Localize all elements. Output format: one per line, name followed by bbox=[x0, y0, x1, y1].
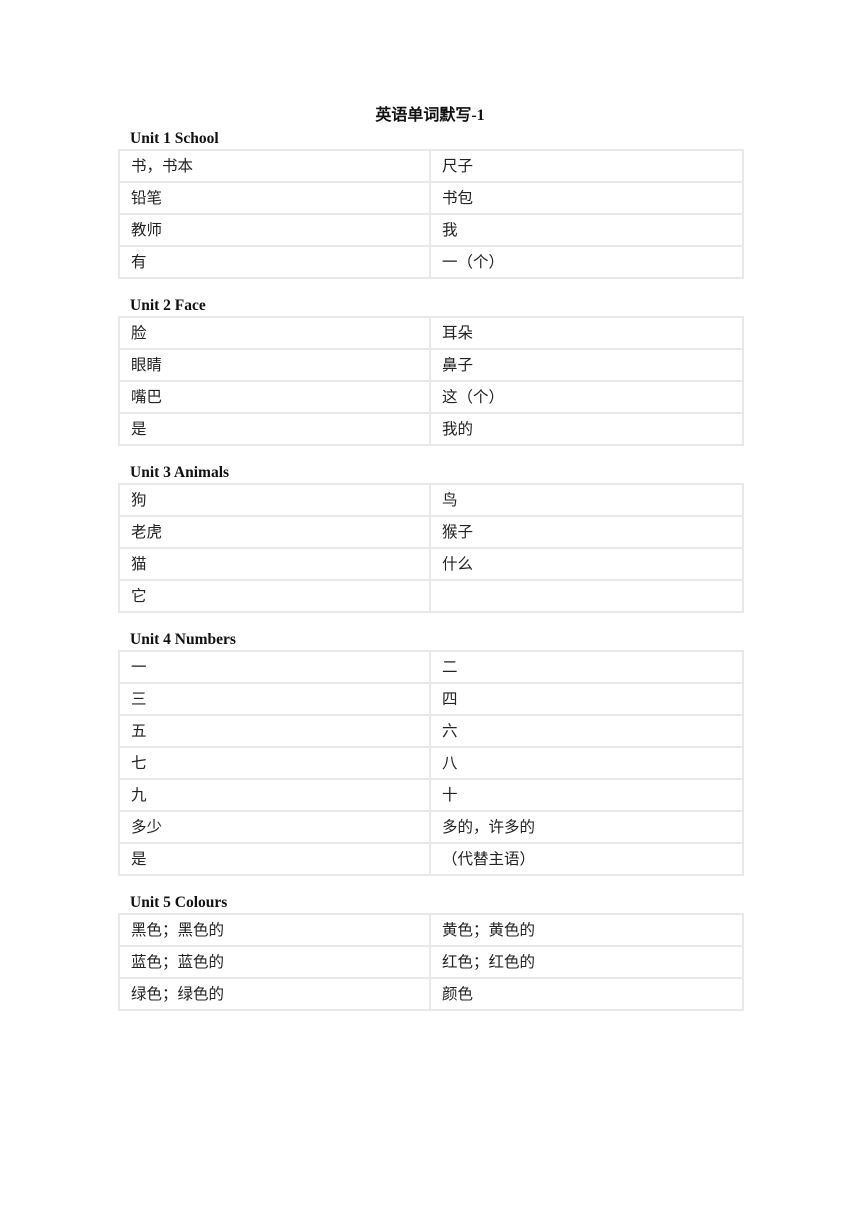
vocab-cell-right: 六 bbox=[429, 714, 744, 748]
vocab-cell-left: 脸 bbox=[118, 316, 431, 350]
table-row: 老虎 猴子 bbox=[118, 515, 744, 549]
vocab-cell-right: 耳朵 bbox=[429, 316, 744, 350]
table-row: 书，书本 尺子 bbox=[118, 149, 744, 183]
vocab-cell-right: 鼻子 bbox=[429, 348, 744, 382]
vocab-table: 狗鸟老虎 猴子猫什么它 bbox=[118, 483, 744, 613]
vocab-cell-right: 二 bbox=[429, 650, 744, 684]
units-container: Unit 1 School 书，书本 尺子 铅笔 书包 教师我有一（个） Unit 2 Fa… bbox=[118, 128, 744, 1011]
vocab-cell-right: 一（个） bbox=[429, 245, 744, 279]
unit-heading: Unit 4 Numbers bbox=[130, 631, 236, 648]
vocab-cell-right: 我 bbox=[429, 213, 744, 247]
vocab-cell-left: 多少 bbox=[118, 810, 431, 844]
table-row: 七八 bbox=[118, 746, 744, 780]
table-row: 多少 多的，许多的 bbox=[118, 810, 744, 844]
vocab-cell-right: 尺子 bbox=[429, 149, 744, 183]
vocab-cell-left: 三 bbox=[118, 682, 431, 716]
vocab-cell-left: 猫 bbox=[118, 547, 431, 581]
vocab-cell-left: 是 bbox=[118, 842, 431, 876]
vocab-cell-left: 书，书本 bbox=[118, 149, 431, 183]
unit-heading: Unit 3 Animals bbox=[130, 464, 230, 481]
unit-section: Unit 4 Numbers 一二三四五六七八九十多少 多的，许多的是（代替主语） bbox=[118, 629, 744, 876]
unit-heading: Unit 5 Colours bbox=[130, 894, 228, 911]
unit-section: Unit 5 Colours 黑色；黑色的 黄色；黄色的 蓝色；蓝色的 红色；红色的 绿色… bbox=[118, 892, 744, 1011]
table-row: 眼睛 鼻子 bbox=[118, 348, 744, 382]
vocab-cell-left: 它 bbox=[118, 579, 431, 613]
document-page: 英语单词默写-1 Unit 1 School 书，书本 尺子 铅笔 书包 教师我有一（个）… bbox=[118, 104, 744, 1027]
vocab-cell-right: 什么 bbox=[429, 547, 744, 581]
vocab-cell-left: 七 bbox=[118, 746, 431, 780]
vocab-cell-left: 教师 bbox=[118, 213, 431, 247]
vocab-cell-left: 眼睛 bbox=[118, 348, 431, 382]
vocab-table: 脸耳朵 眼睛 鼻子 嘴巴 这（个）是我的 bbox=[118, 316, 744, 446]
vocab-cell-right: 多的，许多的 bbox=[429, 810, 744, 844]
table-row: 铅笔 书包 bbox=[118, 181, 744, 215]
vocab-table: 黑色；黑色的 黄色；黄色的 蓝色；蓝色的 红色；红色的 绿色；绿色的 颜色 bbox=[118, 913, 744, 1011]
unit-section: Unit 3 Animals 狗鸟老虎 猴子猫什么它 bbox=[118, 462, 744, 613]
vocab-cell-left: 有 bbox=[118, 245, 431, 279]
table-row: 它 bbox=[118, 579, 744, 613]
vocab-cell-left: 蓝色；蓝色的 bbox=[118, 945, 431, 979]
vocab-cell-right: 书包 bbox=[429, 181, 744, 215]
vocab-cell-left: 老虎 bbox=[118, 515, 431, 549]
unit-section: Unit 1 School 书，书本 尺子 铅笔 书包 教师我有一（个） bbox=[118, 128, 744, 279]
table-row: 五六 bbox=[118, 714, 744, 748]
vocab-cell-left: 黑色；黑色的 bbox=[118, 913, 431, 947]
vocab-cell-right: 八 bbox=[429, 746, 744, 780]
table-row: 猫什么 bbox=[118, 547, 744, 581]
unit-heading: Unit 1 School bbox=[130, 130, 219, 147]
vocab-cell-right: 这（个） bbox=[429, 380, 744, 414]
vocab-cell-right: 鸟 bbox=[429, 483, 744, 517]
vocab-cell-left: 一 bbox=[118, 650, 431, 684]
vocab-cell-right: 四 bbox=[429, 682, 744, 716]
vocab-cell-right: 黄色；黄色的 bbox=[429, 913, 744, 947]
table-row: 脸耳朵 bbox=[118, 316, 744, 350]
vocab-cell-right: 颜色 bbox=[429, 977, 744, 1011]
vocab-cell-right: 十 bbox=[429, 778, 744, 812]
table-row: 三四 bbox=[118, 682, 744, 716]
vocab-cell-left: 九 bbox=[118, 778, 431, 812]
vocab-cell-left: 铅笔 bbox=[118, 181, 431, 215]
unit-section: Unit 2 Face 脸耳朵 眼睛 鼻子 嘴巴 这（个）是我的 bbox=[118, 295, 744, 446]
table-row: 一二 bbox=[118, 650, 744, 684]
vocab-cell-left: 是 bbox=[118, 412, 431, 446]
table-row: 嘴巴 这（个） bbox=[118, 380, 744, 414]
vocab-cell-right: 猴子 bbox=[429, 515, 744, 549]
table-row: 狗鸟 bbox=[118, 483, 744, 517]
vocab-table: 书，书本 尺子 铅笔 书包 教师我有一（个） bbox=[118, 149, 744, 279]
vocab-table: 一二三四五六七八九十多少 多的，许多的是（代替主语） bbox=[118, 650, 744, 876]
vocab-cell-right: 我的 bbox=[429, 412, 744, 446]
table-row: 蓝色；蓝色的 红色；红色的 bbox=[118, 945, 744, 979]
vocab-cell-left: 绿色；绿色的 bbox=[118, 977, 431, 1011]
vocab-cell-right: 红色；红色的 bbox=[429, 945, 744, 979]
document-title: 英语单词默写-1 bbox=[375, 107, 485, 124]
vocab-cell-left: 五 bbox=[118, 714, 431, 748]
table-row: 教师我 bbox=[118, 213, 744, 247]
table-row: 是我的 bbox=[118, 412, 744, 446]
vocab-cell-left: 嘴巴 bbox=[118, 380, 431, 414]
table-row: 绿色；绿色的 颜色 bbox=[118, 977, 744, 1011]
vocab-cell-right: （代替主语） bbox=[429, 842, 744, 876]
table-row: 黑色；黑色的 黄色；黄色的 bbox=[118, 913, 744, 947]
table-row: 九十 bbox=[118, 778, 744, 812]
vocab-cell-left: 狗 bbox=[118, 483, 431, 517]
table-row: 是（代替主语） bbox=[118, 842, 744, 876]
vocab-cell-right bbox=[429, 579, 744, 613]
unit-heading: Unit 2 Face bbox=[130, 297, 206, 314]
table-row: 有一（个） bbox=[118, 245, 744, 279]
